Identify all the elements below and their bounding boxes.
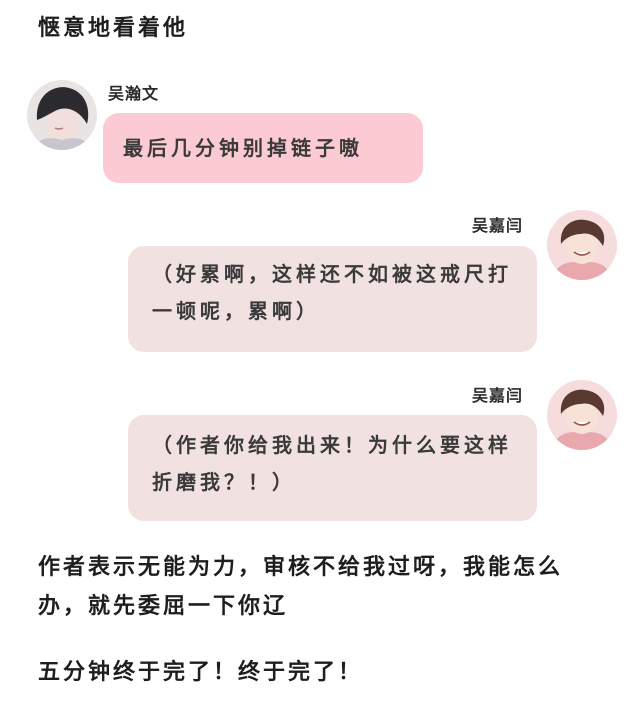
sender-name: 吴嘉闫	[472, 216, 524, 235]
narration-top: 惬意地看着他	[38, 15, 189, 41]
message-bubble: （好累啊，这样还不如被这戒尺打一顿呢，累啊）	[128, 246, 537, 352]
sender-name: 吴嘉闫	[472, 386, 524, 405]
avatar-wu-jiayan[interactable]	[547, 210, 617, 280]
narration-ending: 五分钟终于完了！终于完了！	[38, 659, 364, 685]
avatar-portrait-icon	[547, 210, 617, 280]
avatar-wu-jiayan[interactable]	[547, 380, 617, 450]
avatar-portrait-icon	[27, 80, 97, 150]
sender-name: 吴瀚文	[108, 84, 160, 103]
avatar-wu-hanwen[interactable]	[27, 80, 97, 150]
avatar-portrait-icon	[547, 380, 617, 450]
message-bubble: 最后几分钟别掉链子嗷	[103, 113, 423, 183]
narration-middle: 作者表示无能为力，审核不给我过呀，我能怎么办，就先委屈一下你辽	[38, 554, 564, 619]
message-bubble: （作者你给我出来！为什么要这样折磨我？！）	[128, 415, 537, 521]
